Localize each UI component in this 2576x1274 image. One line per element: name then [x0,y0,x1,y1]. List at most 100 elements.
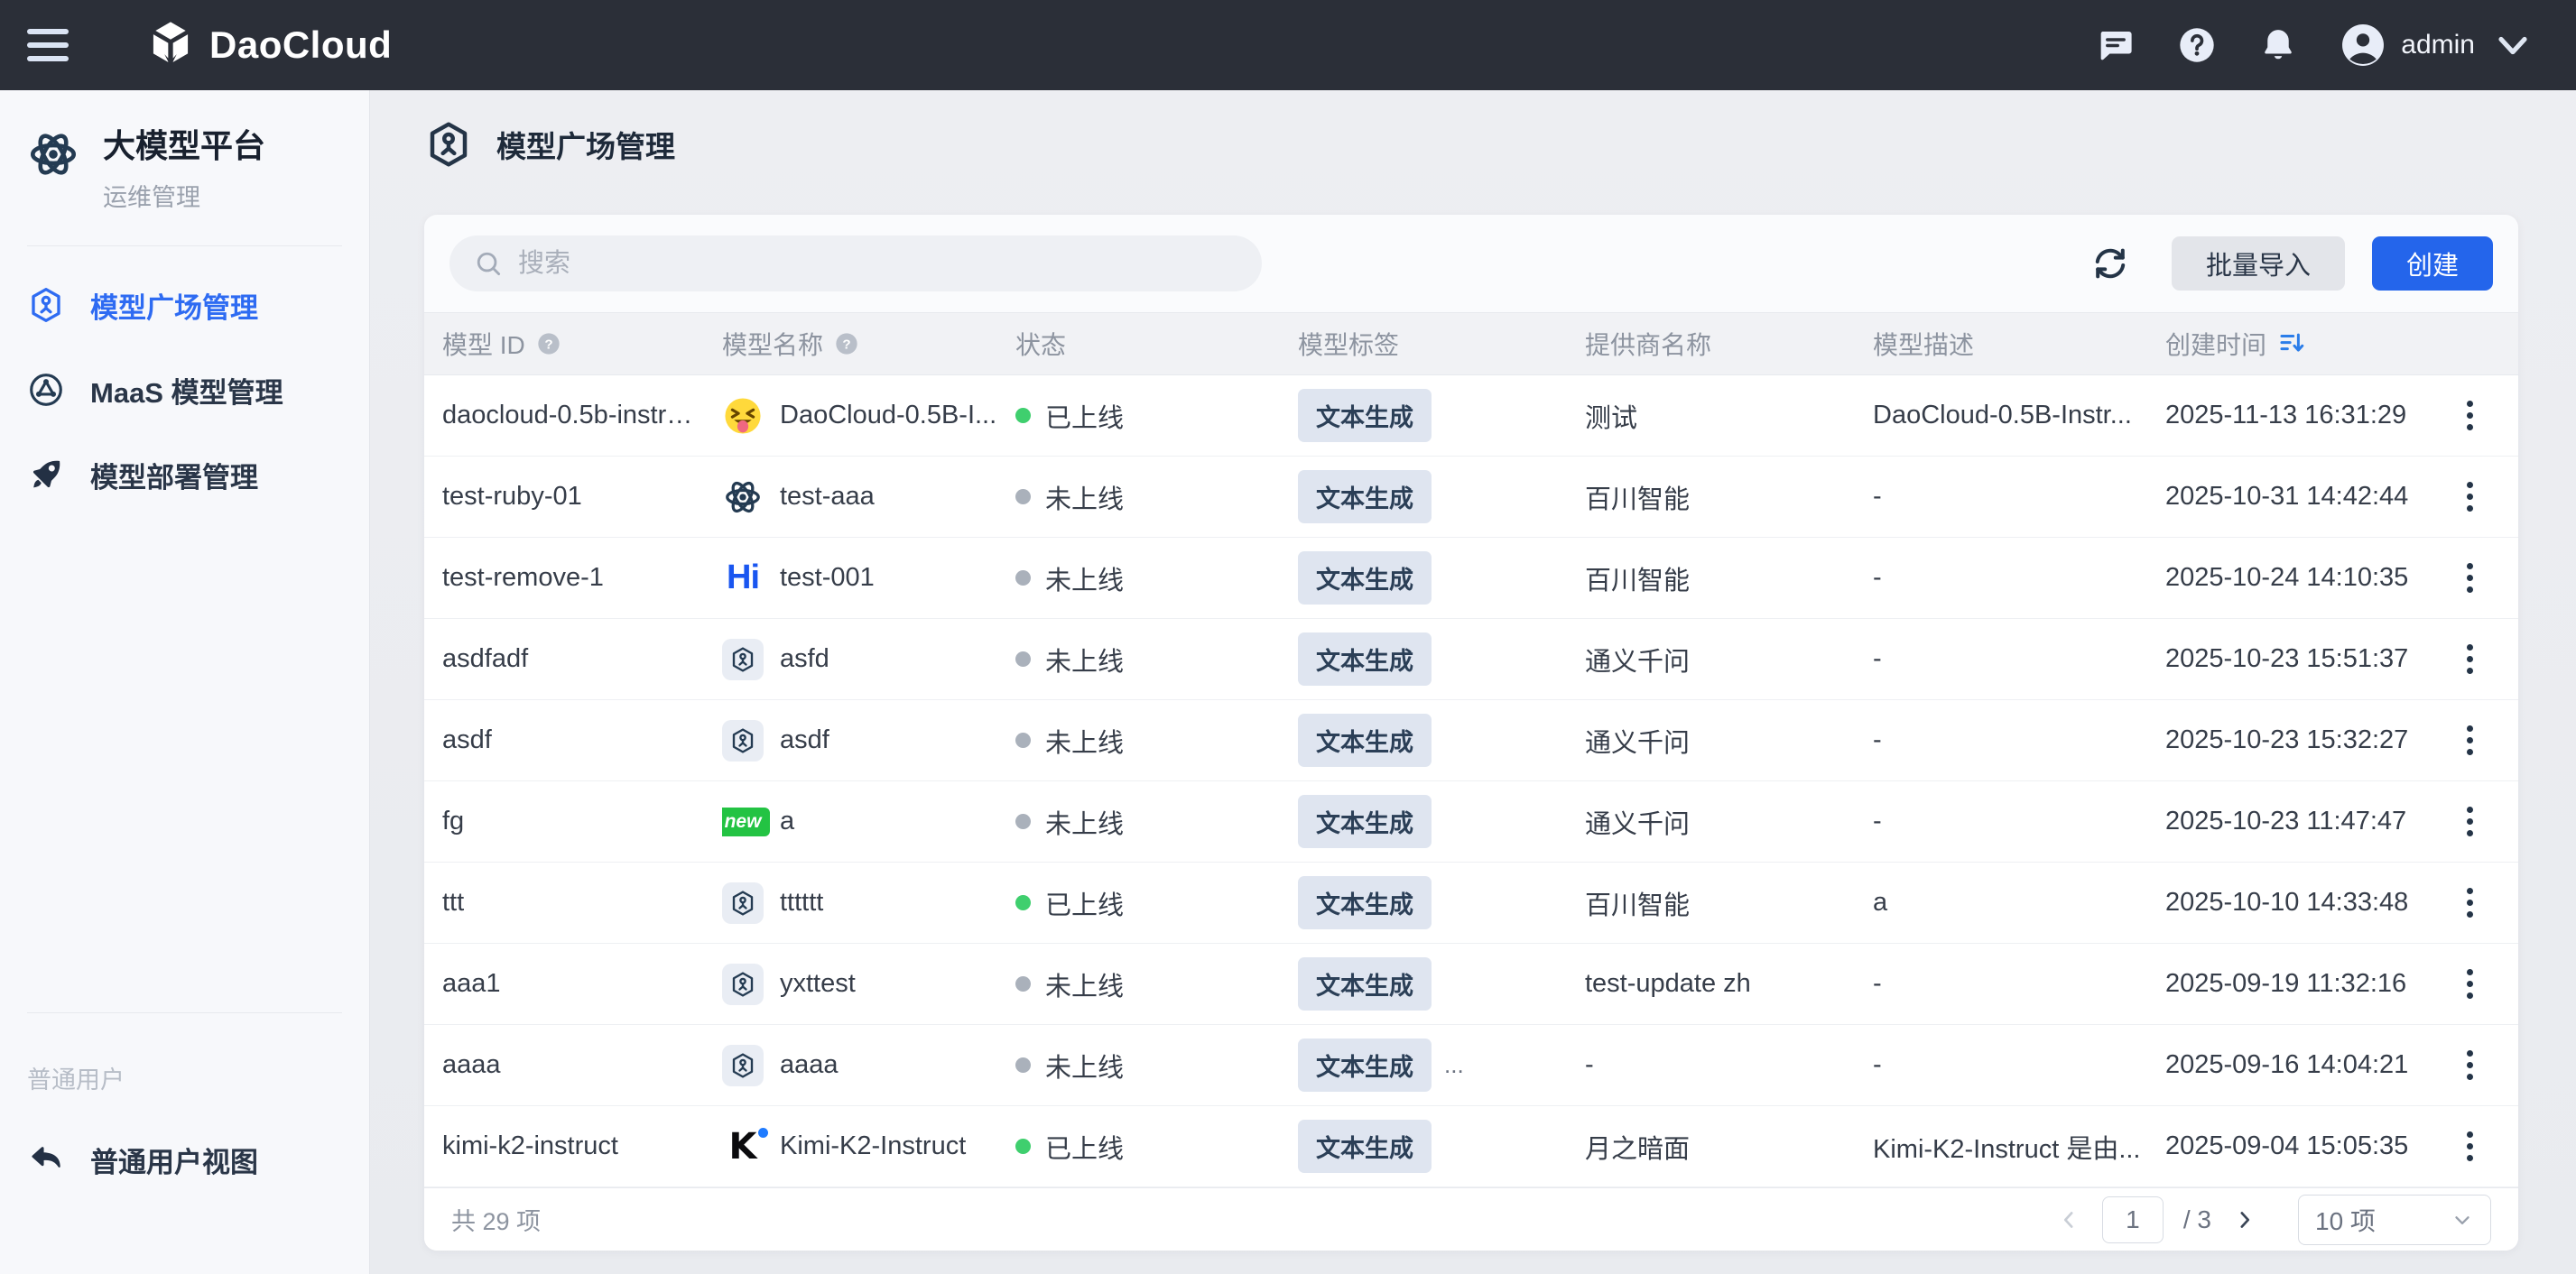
status-label: 已上线 [1045,397,1124,435]
column-status: 状态 [1015,326,1298,362]
model-tags-cell: 文本生成... [1298,1039,1585,1092]
table-row: asdfasdf未上线文本生成通义千问-2025-10-23 15:32:27 [424,700,2518,781]
default-model-icon [722,720,764,762]
help-icon[interactable]: ? [536,331,561,356]
chevron-down-icon [2489,22,2536,69]
status-label: 未上线 [1045,965,1124,1003]
provider-name-cell: test-update zh [1585,969,1873,999]
table-footer: 共 29 项 / 3 10 项 [424,1187,2518,1251]
chevron-down-icon [2451,1208,2474,1232]
sidebar-item-maas-models[interactable]: MaaS 模型管理 [0,362,369,418]
sidebar-divider [27,1012,342,1013]
status-cell: 未上线 [1015,478,1298,516]
sidebar-item-model-deployment[interactable]: 模型部署管理 [0,447,369,503]
row-actions-menu-icon[interactable] [2467,888,2518,918]
search-input[interactable] [518,249,1238,279]
sidebar-section-label: 普通用户 [0,1029,369,1104]
model-name-cell: tttttt [722,882,1015,924]
status-dot-icon [1015,976,1031,992]
model-tags-cell: 文本生成 [1298,632,1585,686]
bell-icon[interactable] [2258,25,2298,65]
hexagon-user-icon [424,120,473,169]
status-cell: 未上线 [1015,559,1298,597]
model-name-text: asfd [780,644,829,674]
row-actions-menu-icon[interactable] [2467,1050,2518,1080]
hamburger-icon[interactable] [27,18,81,72]
page-number-input[interactable] [2102,1196,2164,1243]
page-size-value: 10 项 [2315,1202,2376,1238]
model-id-cell: test-ruby-01 [442,482,722,512]
model-name-cell: newa [722,801,1015,843]
status-label: 已上线 [1045,1128,1124,1166]
created-time-cell: 2025-10-31 14:42:44 [2165,482,2436,512]
emoji-tongue-icon [722,395,764,437]
product-header: 大模型平台 运维管理 [0,126,369,213]
created-time-cell: 2025-10-24 14:10:35 [2165,563,2436,593]
model-id-cell: test-remove-1 [442,563,722,593]
row-actions-menu-icon[interactable] [2467,725,2518,755]
model-id-cell: kimi-k2-instruct [442,1131,722,1161]
bulk-import-button[interactable]: 批量导入 [2172,236,2345,291]
model-description-cell: a [1873,888,2165,918]
sort-descending-icon[interactable] [2277,328,2308,359]
create-button[interactable]: 创建 [2372,236,2493,291]
row-actions-menu-icon[interactable] [2467,1131,2518,1161]
row-actions-menu-icon[interactable] [2467,482,2518,512]
row-actions-menu-icon[interactable] [2467,563,2518,593]
column-created-time: 创建时间 [2165,326,2436,362]
help-icon[interactable] [2177,25,2217,65]
sidebar-item-label: 模型广场管理 [90,285,258,326]
model-name-text: DaoCloud-0.5B-I... [780,401,996,430]
next-page-icon[interactable] [2231,1206,2258,1233]
search-box[interactable] [449,235,1262,291]
column-provider-name: 提供商名称 [1585,326,1873,362]
created-time-cell: 2025-10-23 15:32:27 [2165,725,2436,755]
sidebar-item-normal-user-view[interactable]: 普通用户视图 [0,1131,369,1187]
help-icon[interactable]: ? [834,331,859,356]
created-time-cell: 2025-09-16 14:04:21 [2165,1050,2436,1080]
status-dot-icon [1015,814,1031,829]
sidebar-item-label: MaaS 模型管理 [90,370,283,411]
model-name-cell: yxttest [722,964,1015,1005]
toolbar: 批量导入 创建 [424,215,2518,312]
model-name-cell: Hitest-001 [722,558,1015,599]
model-name-cell: KKimi-K2-Instruct [722,1126,1015,1168]
user-name: admin [2401,30,2475,60]
sidebar-item-label: 普通用户视图 [90,1140,258,1180]
model-description-cell: DaoCloud-0.5B-Instr... [1873,401,2165,430]
sidebar-divider [27,245,342,246]
model-tags-cell: 文本生成 [1298,389,1585,442]
avatar-icon [2340,22,2386,69]
table-row: test-ruby-01test-aaa未上线文本生成百川智能-2025-10-… [424,457,2518,538]
model-tags-cell: 文本生成 [1298,957,1585,1011]
row-actions-menu-icon[interactable] [2467,969,2518,999]
sidebar-item-model-marketplace[interactable]: 模型广场管理 [0,277,369,333]
total-count: 共 29 项 [451,1202,541,1237]
brand-name: DaoCloud [209,23,392,67]
status-label: 未上线 [1045,478,1124,516]
chat-icon[interactable] [2096,25,2136,65]
model-id-cell: aaa1 [442,969,722,999]
page-size-select[interactable]: 10 项 [2298,1195,2491,1245]
row-actions-menu-icon[interactable] [2467,644,2518,674]
column-model-tags: 模型标签 [1298,326,1585,362]
tag-badge: 文本生成 [1298,632,1432,686]
refresh-icon[interactable] [2089,242,2132,285]
table-row: kimi-k2-instructKKimi-K2-Instruct已上线文本生成… [424,1106,2518,1187]
row-actions-menu-icon[interactable] [2467,807,2518,836]
brand: DaoCloud [144,19,392,71]
prev-page-icon[interactable] [2055,1206,2082,1233]
product-subtitle: 运维管理 [103,178,265,213]
svg-text:?: ? [544,337,552,352]
row-actions-menu-icon[interactable] [2467,401,2518,430]
model-tags-cell: 文本生成 [1298,551,1585,605]
model-description-cell: - [1873,1050,2165,1080]
created-time-cell: 2025-10-23 11:47:47 [2165,807,2436,836]
new-badge-icon: new [722,801,764,843]
tag-badge: 文本生成 [1298,957,1432,1011]
model-id-cell: asdf [442,725,722,755]
user-menu[interactable]: admin [2340,22,2536,69]
column-model-id: 模型 ID ? [442,326,722,362]
status-cell: 未上线 [1015,722,1298,760]
model-description-cell: - [1873,725,2165,755]
